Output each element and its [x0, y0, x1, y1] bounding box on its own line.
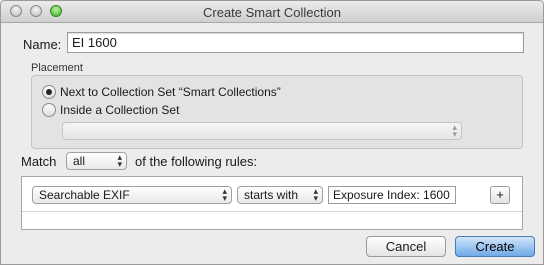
updown-chevron-icon: ▴ ▾: [222, 186, 227, 203]
placement-label: Placement: [31, 62, 83, 74]
radio-inside-collection-set[interactable]: [42, 103, 56, 117]
rule-operator-select[interactable]: starts with ▴ ▾: [237, 186, 323, 204]
window-title: Create Smart Collection: [203, 5, 341, 20]
match-label: Match: [21, 154, 57, 169]
placement-group: Next to Collection Set “Smart Collection…: [31, 75, 523, 149]
radio-inside-collection-set-label[interactable]: Inside a Collection Set: [60, 103, 179, 117]
title-bar: Create Smart Collection: [1, 1, 543, 23]
updown-chevron-icon: ▴ ▾: [452, 122, 457, 139]
rule-operator-value: starts with: [244, 188, 299, 202]
match-select[interactable]: all ▴ ▾: [66, 152, 127, 170]
updown-chevron-icon: ▴ ▾: [313, 186, 318, 203]
cancel-button[interactable]: Cancel: [366, 236, 446, 257]
name-field[interactable]: EI 1600: [67, 32, 524, 53]
radio-next-to-collection-set-label[interactable]: Next to Collection Set “Smart Collection…: [60, 85, 281, 99]
radio-next-to-collection-set[interactable]: [42, 85, 56, 99]
name-label: Name:: [23, 37, 62, 52]
add-rule-button[interactable]: +: [490, 186, 510, 204]
following-rules-label: of the following rules:: [135, 154, 258, 169]
rule-field-select[interactable]: Searchable EXIF ▴ ▾: [32, 186, 232, 204]
rules-list: Searchable EXIF ▴ ▾ starts with ▴ ▾ Exposu…: [21, 176, 523, 230]
rule-field-value: Searchable EXIF: [39, 188, 130, 202]
rule-value-field[interactable]: Exposure Index: 1600: [328, 186, 456, 204]
create-smart-collection-dialog: Create Smart Collection Name: EI 1600 Pl…: [0, 0, 544, 265]
create-button[interactable]: Create: [455, 236, 535, 257]
collection-set-select[interactable]: ▴ ▾: [62, 122, 462, 140]
rule-row: Searchable EXIF ▴ ▾ starts with ▴ ▾ Exposu…: [22, 177, 522, 212]
updown-chevron-icon: ▴ ▾: [117, 152, 122, 169]
match-select-value: all: [73, 154, 86, 168]
